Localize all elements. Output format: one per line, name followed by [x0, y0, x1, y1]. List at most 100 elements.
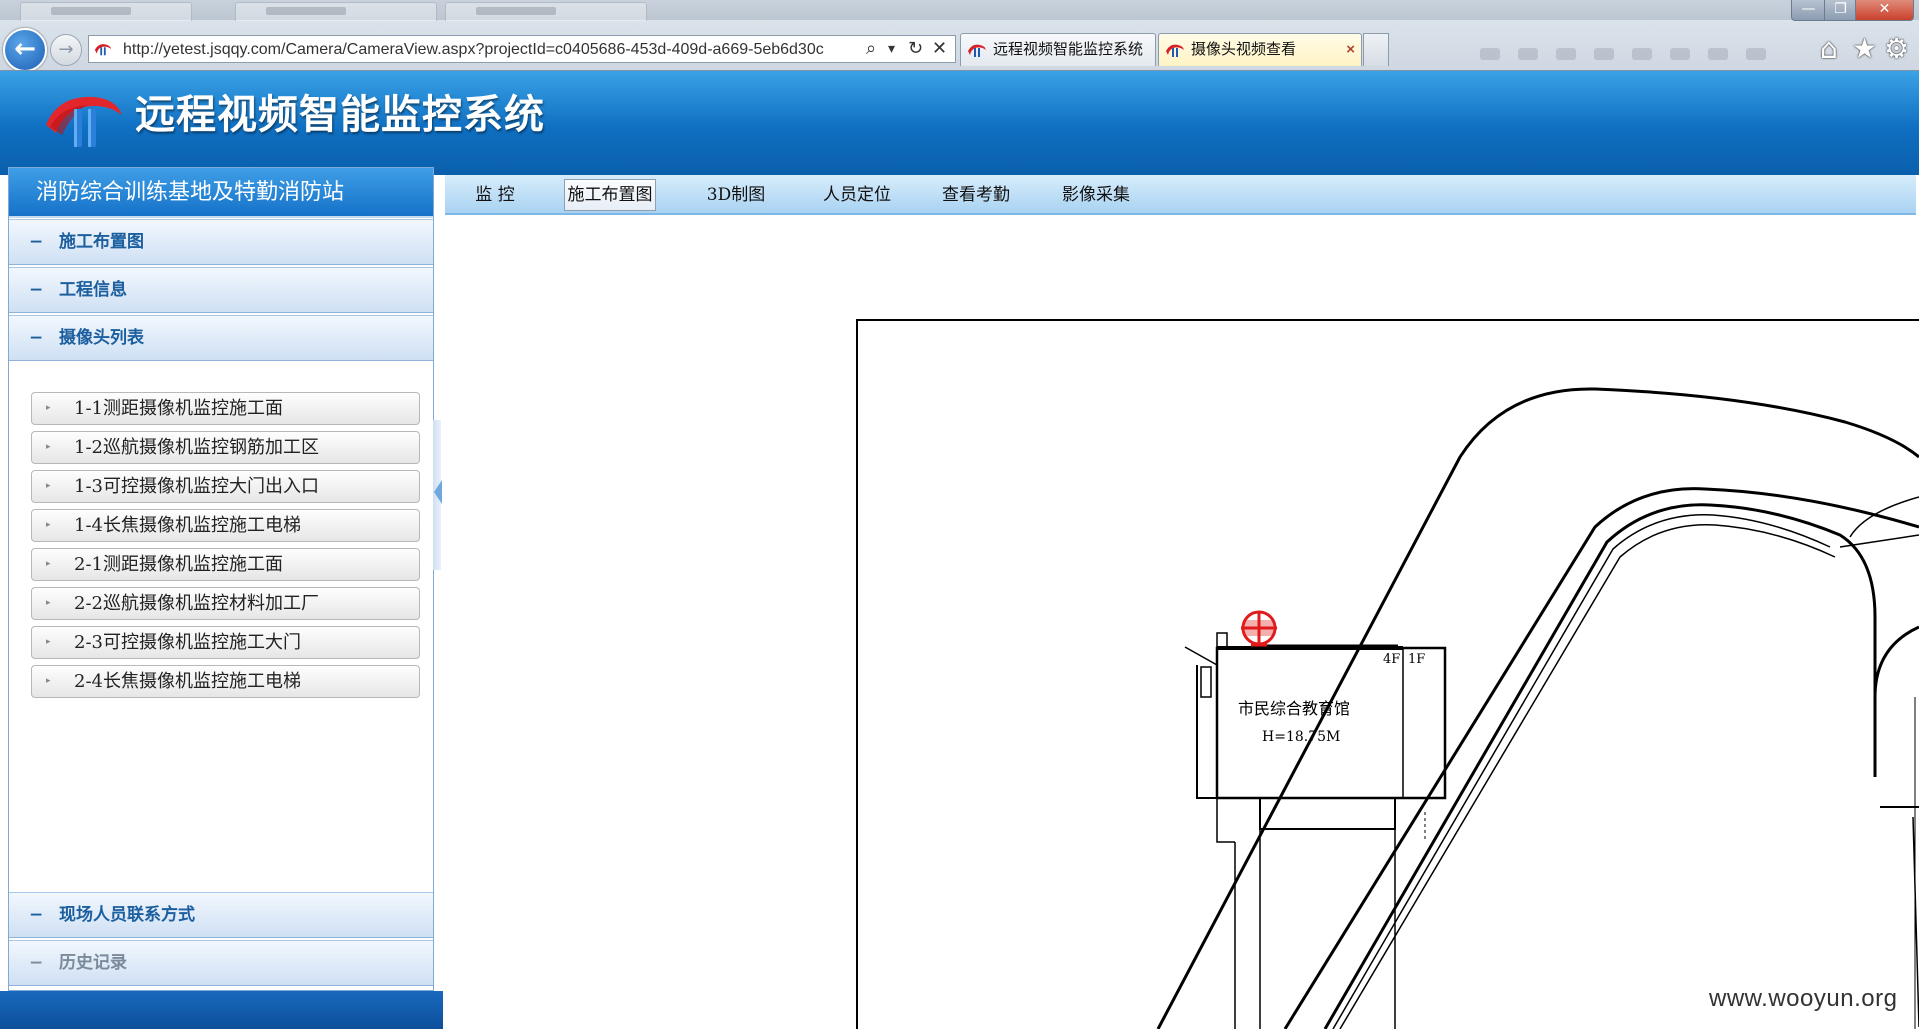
- section-label: 施工布置图: [59, 232, 144, 252]
- sidebar-section-staff-contacts[interactable]: − 现场人员联系方式: [9, 892, 433, 938]
- browser-tab-monitor-system[interactable]: 远程视频智能监控系统: [960, 33, 1156, 66]
- toolbar-ghost-icon: [1556, 48, 1576, 60]
- road-inner-line: [1332, 514, 1831, 1029]
- forward-arrow-icon: →: [58, 39, 74, 60]
- tab-monitor[interactable]: 监 控: [463, 179, 527, 211]
- collapse-minus-icon: −: [29, 953, 44, 973]
- toolbar-ghost-icon: [1632, 48, 1652, 60]
- toolbar-ghost-icon: [1594, 48, 1614, 60]
- app-title: 远程视频智能监控系统: [135, 92, 545, 138]
- building-name-label: 市民综合教育馆: [1238, 699, 1350, 718]
- lower-structure-outline: [1259, 797, 1396, 830]
- project-site-title: 消防综合训练基地及特勤消防站: [9, 168, 433, 218]
- building-height-label: H=18.75M: [1262, 729, 1340, 745]
- section-label: 历史记录: [59, 953, 127, 973]
- tab-layout-plan[interactable]: 施工布置图: [564, 179, 656, 211]
- gear-icon[interactable]: ⚙: [1884, 34, 1909, 64]
- bullet-arrow-icon: ▸: [46, 520, 51, 530]
- camera-list-item[interactable]: ▸ 2-2巡航摄像机监控材料加工厂: [31, 587, 420, 620]
- watermark-text: www.wooyun.org: [1709, 985, 1898, 1012]
- bullet-arrow-icon: ▸: [46, 481, 51, 491]
- building-outline: [1873, 625, 1919, 777]
- tab-3d-drawing[interactable]: 3D制图: [700, 179, 772, 211]
- background-tab: [235, 2, 437, 21]
- browser-tab-camera-view[interactable]: 摄像头视频查看 ×: [1158, 33, 1362, 66]
- tab-label: 摄像头视频查看: [1191, 41, 1297, 58]
- toolbar-ghost-icon: [1746, 48, 1766, 60]
- section-label: 现场人员联系方式: [59, 905, 195, 925]
- bullet-arrow-icon: ▸: [46, 676, 51, 686]
- url-text[interactable]: http://yetest.jsqqy.com/Camera/CameraVie…: [123, 36, 943, 63]
- left-sidebar: 消防综合训练基地及特勤消防站 − 施工布置图 − 工程信息 − 摄像头列表 ▸ 1…: [8, 167, 434, 991]
- address-bar[interactable]: http://yetest.jsqqy.com/Camera/CameraVie…: [88, 35, 956, 63]
- building-detail: [1184, 646, 1218, 666]
- bullet-arrow-icon: ▸: [46, 559, 51, 569]
- sidebar-section-camera-list[interactable]: − 摄像头列表: [9, 315, 433, 361]
- sidebar-section-project-info[interactable]: − 工程信息: [9, 267, 433, 313]
- road-edge-line: [1323, 503, 1877, 1029]
- app-header: 远程视频智能监控系统: [0, 71, 1919, 175]
- camera-list-item[interactable]: ▸ 2-3可控摄像机监控施工大门: [31, 626, 420, 659]
- toolbar-ghost-icon: [1708, 48, 1728, 60]
- forward-button[interactable]: →: [50, 34, 82, 66]
- close-tab-icon[interactable]: ×: [1346, 34, 1355, 66]
- tab-image-capture[interactable]: 影像采集: [1050, 179, 1142, 211]
- back-button[interactable]: ←: [3, 28, 47, 72]
- building-outline: [1912, 816, 1919, 1028]
- minimize-button[interactable]: —: [1791, 0, 1826, 21]
- lower-structure-line: [1216, 798, 1235, 843]
- company-logo-icon: [46, 96, 122, 147]
- camera-list-item[interactable]: ▸ 1-2巡航摄像机监控钢筋加工区: [31, 431, 420, 464]
- camera-location-marker: [1241, 610, 1277, 647]
- sidebar-section-history[interactable]: − 历史记录: [9, 940, 433, 986]
- favorites-star-icon[interactable]: ★: [1852, 34, 1877, 64]
- search-icon[interactable]: ⌕: [866, 38, 876, 60]
- sidebar-section-layout-plan[interactable]: − 施工布置图: [9, 219, 433, 265]
- bullet-arrow-icon: ▸: [46, 598, 51, 608]
- camera-list-item[interactable]: ▸ 2-4长焦摄像机监控施工电梯: [31, 665, 420, 698]
- tab-attendance[interactable]: 查看考勤: [930, 179, 1022, 211]
- camera-list-item[interactable]: ▸ 1-4长焦摄像机监控施工电梯: [31, 509, 420, 542]
- back-arrow-icon: ←: [14, 34, 36, 64]
- maximize-button[interactable]: ❐: [1824, 0, 1857, 21]
- building-annex-outline: [1196, 665, 1217, 799]
- background-window-strip: [0, 0, 1919, 21]
- background-tab: [445, 2, 647, 21]
- section-label: 摄像头列表: [59, 328, 144, 348]
- camera-list-item[interactable]: ▸ 1-3可控摄像机监控大门出入口: [31, 470, 420, 503]
- bullet-arrow-icon: ▸: [46, 442, 51, 452]
- bullet-arrow-icon: ▸: [46, 403, 51, 413]
- toolbar-ghost-icon: [1518, 48, 1538, 60]
- collapse-minus-icon: −: [29, 232, 44, 252]
- floor-label-4f: 4F: [1383, 652, 1400, 667]
- site-layout-drawing-area[interactable]: 4F 1F 市民综合教育馆 H=18.75M: [445, 217, 1919, 1029]
- collapse-minus-icon: −: [29, 328, 44, 348]
- road-inner-line: [1839, 534, 1919, 548]
- home-icon[interactable]: ⌂: [1820, 34, 1838, 64]
- address-tools: ⌕ ▾ ↻ ✕: [856, 35, 956, 63]
- collapse-left-arrow-icon[interactable]: [434, 480, 442, 504]
- section-label: 工程信息: [59, 280, 127, 300]
- bullet-arrow-icon: ▸: [46, 637, 51, 647]
- tab-label: 远程视频智能监控系统: [993, 41, 1144, 58]
- browser-chrome: — ❐ ✕ ← → http://yetest.jsqqy.com/Camera…: [0, 0, 1919, 72]
- chevron-down-icon[interactable]: ▾: [888, 38, 895, 60]
- main-tab-bar: 监 控 施工布置图 3D制图 人员定位 查看考勤 影像采集: [445, 175, 1916, 215]
- tab-personnel-location[interactable]: 人员定位: [811, 179, 903, 211]
- road-inner-line: [1339, 524, 1836, 1029]
- site-favicon-icon: [1166, 44, 1184, 57]
- camera-list-item[interactable]: ▸ 2-1测距摄像机监控施工面: [31, 548, 420, 581]
- collapse-minus-icon: −: [29, 905, 44, 925]
- toolbar-ghost-icon: [1480, 48, 1500, 60]
- building-door: [1200, 666, 1212, 698]
- floor-label-1f: 1F: [1408, 652, 1425, 667]
- refresh-icon[interactable]: ↻: [908, 38, 923, 60]
- close-window-button[interactable]: ✕: [1855, 0, 1914, 21]
- site-plan-drawing: 4F 1F 市民综合教育馆 H=18.75M: [856, 319, 1919, 1029]
- new-tab-button[interactable]: [1363, 33, 1389, 66]
- footer-strip: [0, 991, 443, 1029]
- stop-icon[interactable]: ✕: [932, 38, 947, 60]
- site-favicon-icon: [94, 44, 112, 56]
- camera-list-item[interactable]: ▸ 1-1测距摄像机监控施工面: [31, 392, 420, 425]
- main-building-outline: [1215, 646, 1447, 800]
